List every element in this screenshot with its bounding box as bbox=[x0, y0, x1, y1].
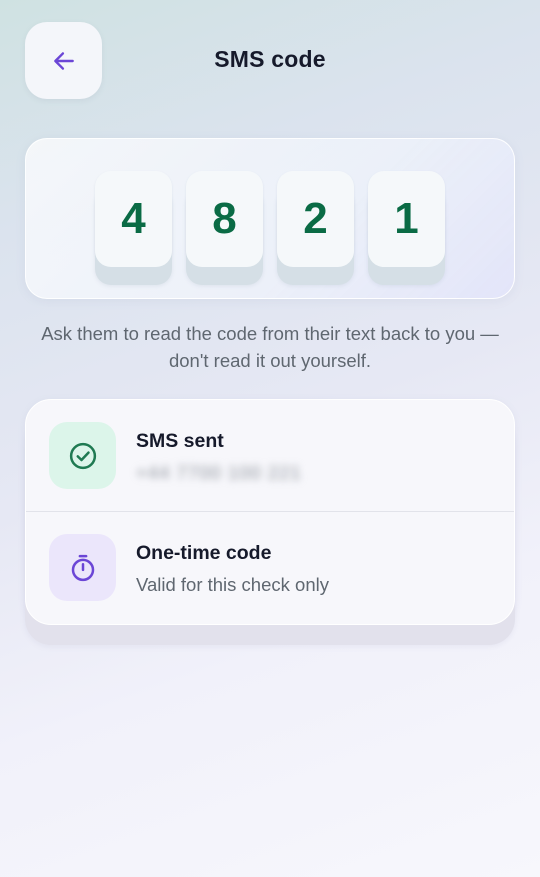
code-card: 4 8 2 1 bbox=[25, 138, 515, 299]
one-time-code-title: One-time code bbox=[136, 542, 272, 564]
code-digit: 1 bbox=[368, 171, 445, 267]
sms-sent-icon-tile bbox=[49, 422, 116, 489]
one-time-code-subtitle: Valid for this check only bbox=[136, 574, 329, 595]
instruction-text: Ask them to read the code from their tex… bbox=[41, 323, 499, 371]
check-circle-icon bbox=[69, 442, 96, 469]
sms-sent-title: SMS sent bbox=[136, 430, 224, 452]
stopwatch-icon bbox=[71, 554, 94, 581]
code-digit: 4 bbox=[95, 171, 172, 267]
code-digit: 8 bbox=[186, 171, 263, 267]
code-digits: 4 8 2 1 bbox=[95, 171, 445, 267]
sms-sent-phone-number: +44 7700 100 221 bbox=[136, 462, 302, 483]
code-digit: 2 bbox=[277, 171, 354, 267]
status-card: SMS sent +44 7700 100 221 One-time code … bbox=[25, 399, 515, 625]
status-row-one-time-code: One-time code Valid for this check only bbox=[26, 512, 514, 623]
page-title: SMS code bbox=[214, 46, 326, 72]
one-time-code-icon-tile bbox=[49, 534, 116, 601]
status-row-sms-sent: SMS sent +44 7700 100 221 bbox=[26, 400, 514, 511]
